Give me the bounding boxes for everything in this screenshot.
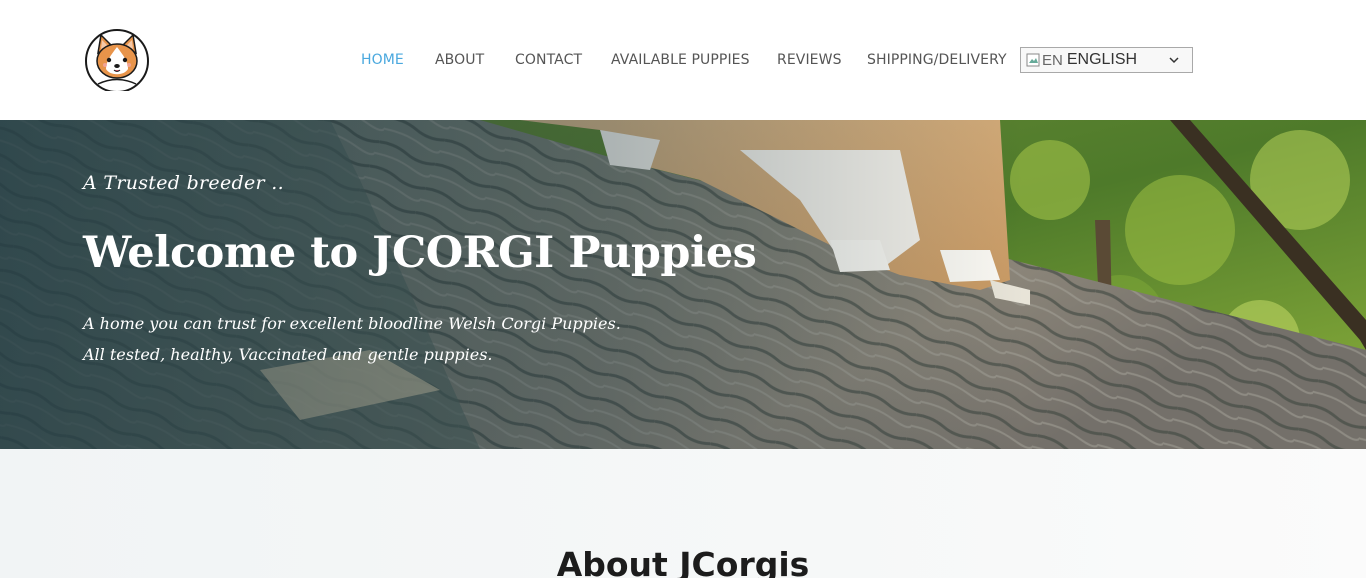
nav-home[interactable]: HOME xyxy=(361,52,435,68)
nav-about[interactable]: ABOUT xyxy=(435,52,515,68)
nav-shipping-delivery[interactable]: SHIPPING/DELIVERY xyxy=(867,52,1007,68)
broken-image-icon xyxy=(1026,53,1040,67)
nav-reviews[interactable]: REVIEWS xyxy=(777,52,867,68)
hero-kicker: A Trusted breeder .. xyxy=(83,172,284,194)
flag-image: EN xyxy=(1026,52,1063,69)
flag-alt-text: EN xyxy=(1042,51,1063,69)
hero-overlay xyxy=(0,120,1366,449)
language-select[interactable]: EN ENGLISH xyxy=(1020,47,1193,73)
about-title: About JCorgis xyxy=(556,545,810,578)
hero-title: Welcome to JCORGI Puppies xyxy=(83,228,757,278)
nav-available-puppies[interactable]: AVAILABLE PUPPIES xyxy=(611,52,777,68)
language-label: ENGLISH xyxy=(1066,51,1138,68)
nav-contact[interactable]: CONTACT xyxy=(515,52,611,68)
hero-banner: A Trusted breeder .. Welcome to JCORGI P… xyxy=(0,120,1366,449)
hero-subtitle: A home you can trust for excellent blood… xyxy=(83,314,621,364)
corgi-logo-icon[interactable] xyxy=(84,29,150,93)
about-section: About JCorgis xyxy=(0,449,1366,578)
chevron-down-icon xyxy=(1169,57,1179,64)
main-nav: HOME ABOUT CONTACT AVAILABLE PUPPIES REV… xyxy=(361,52,1007,68)
site-header: HOME ABOUT CONTACT AVAILABLE PUPPIES REV… xyxy=(0,0,1366,120)
